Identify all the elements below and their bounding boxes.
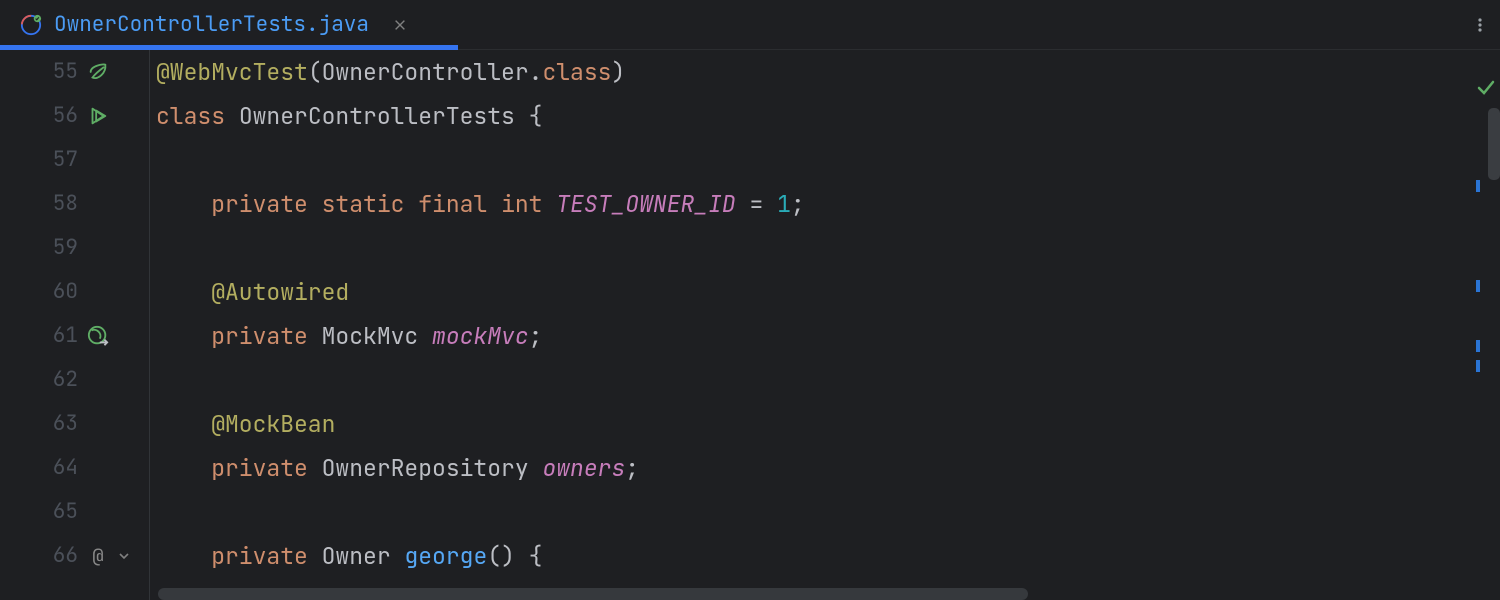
line-number: 58 (0, 182, 78, 226)
code-line: @Autowired (156, 270, 1500, 314)
stripe-mark[interactable] (1476, 280, 1480, 292)
line-number: 56 (0, 94, 78, 138)
line-number: 57 (0, 138, 78, 182)
vertical-scrollbar-thumb[interactable] (1488, 108, 1500, 180)
code-editor[interactable]: 55 56 57 58 59 60 61 62 63 (0, 50, 1500, 600)
code-line: @WebMvcTest(OwnerController.class) (156, 50, 1500, 94)
spring-bean-icon[interactable] (78, 61, 118, 83)
line-number: 61 (0, 314, 78, 358)
code-line (156, 358, 1500, 402)
stripe-mark[interactable] (1476, 340, 1480, 352)
inspection-ok-icon[interactable] (1476, 68, 1496, 112)
code-line: @MockBean (156, 402, 1500, 446)
spring-navigate-icon[interactable] (78, 325, 118, 347)
code-line: class OwnerControllerTests { (156, 94, 1500, 138)
code-line: private Owner george() { (156, 534, 1500, 578)
line-number: 55 (0, 50, 78, 94)
code-line (156, 226, 1500, 270)
stripe-mark[interactable] (1476, 360, 1480, 372)
editor-tab-active[interactable]: OwnerControllerTests.java (0, 0, 429, 49)
code-line (156, 490, 1500, 534)
tab-overflow-menu-icon[interactable] (1460, 0, 1500, 49)
code-line (156, 138, 1500, 182)
horizontal-scrollbar-thumb[interactable] (158, 588, 1028, 600)
editor-gutter: 55 56 57 58 59 60 61 62 63 (0, 50, 150, 600)
chevron-down-icon[interactable] (104, 550, 144, 562)
code-area[interactable]: @WebMvcTest(OwnerController.class) class… (150, 50, 1500, 600)
code-line: private static final int TEST_OWNER_ID =… (156, 182, 1500, 226)
line-number: 62 (0, 358, 78, 402)
line-number: 63 (0, 402, 78, 446)
line-number: 66 (0, 534, 78, 578)
run-test-icon[interactable] (78, 105, 118, 127)
code-line: private MockMvc mockMvc; (156, 314, 1500, 358)
line-number: 60 (0, 270, 78, 314)
editor-error-stripe (1470, 50, 1500, 600)
line-number: 65 (0, 490, 78, 534)
tab-filename: OwnerControllerTests.java (54, 11, 369, 38)
editor-tab-bar: OwnerControllerTests.java (0, 0, 1500, 50)
horizontal-scrollbar[interactable] (150, 586, 1470, 600)
tab-close-icon[interactable] (391, 16, 409, 34)
code-line: private OwnerRepository owners; (156, 446, 1500, 490)
line-number: 59 (0, 226, 78, 270)
line-number: 64 (0, 446, 78, 490)
stripe-mark[interactable] (1476, 180, 1480, 192)
java-class-icon (20, 14, 42, 36)
